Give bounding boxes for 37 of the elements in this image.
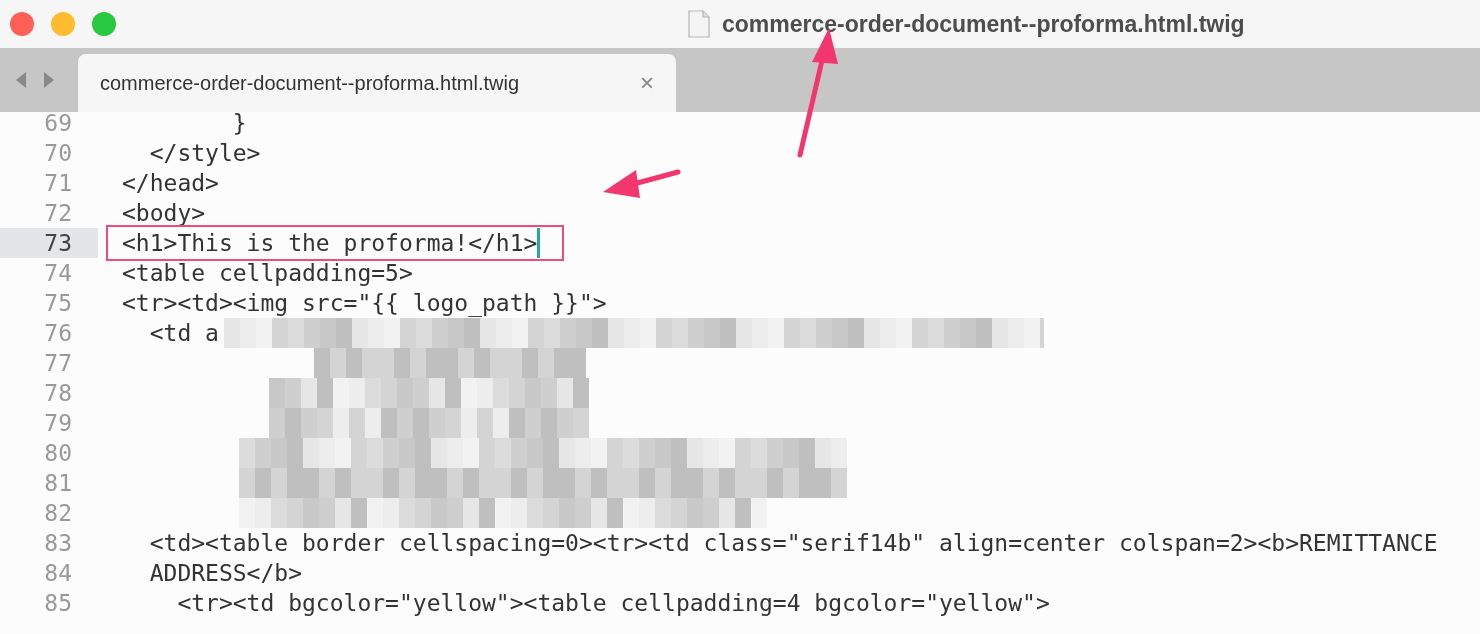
line-number: 75 (43, 289, 73, 318)
line-number: 71 (43, 169, 73, 198)
tab-label: commerce-order-document--proforma.html.twig (100, 71, 519, 95)
line-number: 70 (43, 139, 73, 168)
line-number: 69 (43, 109, 73, 138)
line-number: 76 (43, 319, 73, 348)
line-number: 79 (43, 409, 73, 438)
zoom-window-button[interactable] (92, 12, 116, 36)
line-number: 80 (43, 439, 73, 468)
code-line: </head> (122, 170, 219, 196)
forward-arrow-icon[interactable] (42, 72, 56, 88)
line-number: 83 (43, 529, 73, 558)
code-line: <tr><td bgcolor="yellow"><table cellpadding=4 bgcolor="yellow"> (176, 590, 1050, 616)
line-number: 77 (43, 349, 73, 378)
close-window-button[interactable] (10, 12, 34, 36)
minimize-window-button[interactable] (51, 12, 75, 36)
editor-tab[interactable]: commerce-order-document--proforma.html.twig × (78, 54, 676, 112)
code-line: <table cellpadding=5> (122, 260, 413, 286)
code-line: <tr><td><img src="{{ logo_path }}"> (122, 290, 607, 316)
code-line: <td a (148, 320, 219, 346)
code-line: <td><table border cellspacing=0><tr><td class="serif14b" align=center colspan=2><b>REMITTANCE (148, 530, 1438, 556)
line-number: 84 (43, 559, 73, 588)
code-line: } (231, 110, 247, 136)
code-line: <h1>This is the proforma!</h1> (122, 230, 538, 256)
code-line: </style> (148, 140, 261, 166)
line-number: 85 (43, 589, 73, 618)
line-number: 82 (43, 499, 73, 528)
line-number: 74 (43, 259, 73, 288)
back-arrow-icon[interactable] (14, 72, 28, 88)
line-number: 73 (0, 228, 98, 258)
line-number: 72 (43, 199, 73, 228)
window-title: commerce-order-document--proforma.html.twig (722, 10, 1245, 38)
document-icon (688, 10, 710, 38)
line-number: 78 (43, 379, 73, 408)
code-line: <body> (122, 200, 206, 226)
code-line: ADDRESS</b> (148, 560, 302, 586)
line-number: 81 (43, 469, 73, 498)
